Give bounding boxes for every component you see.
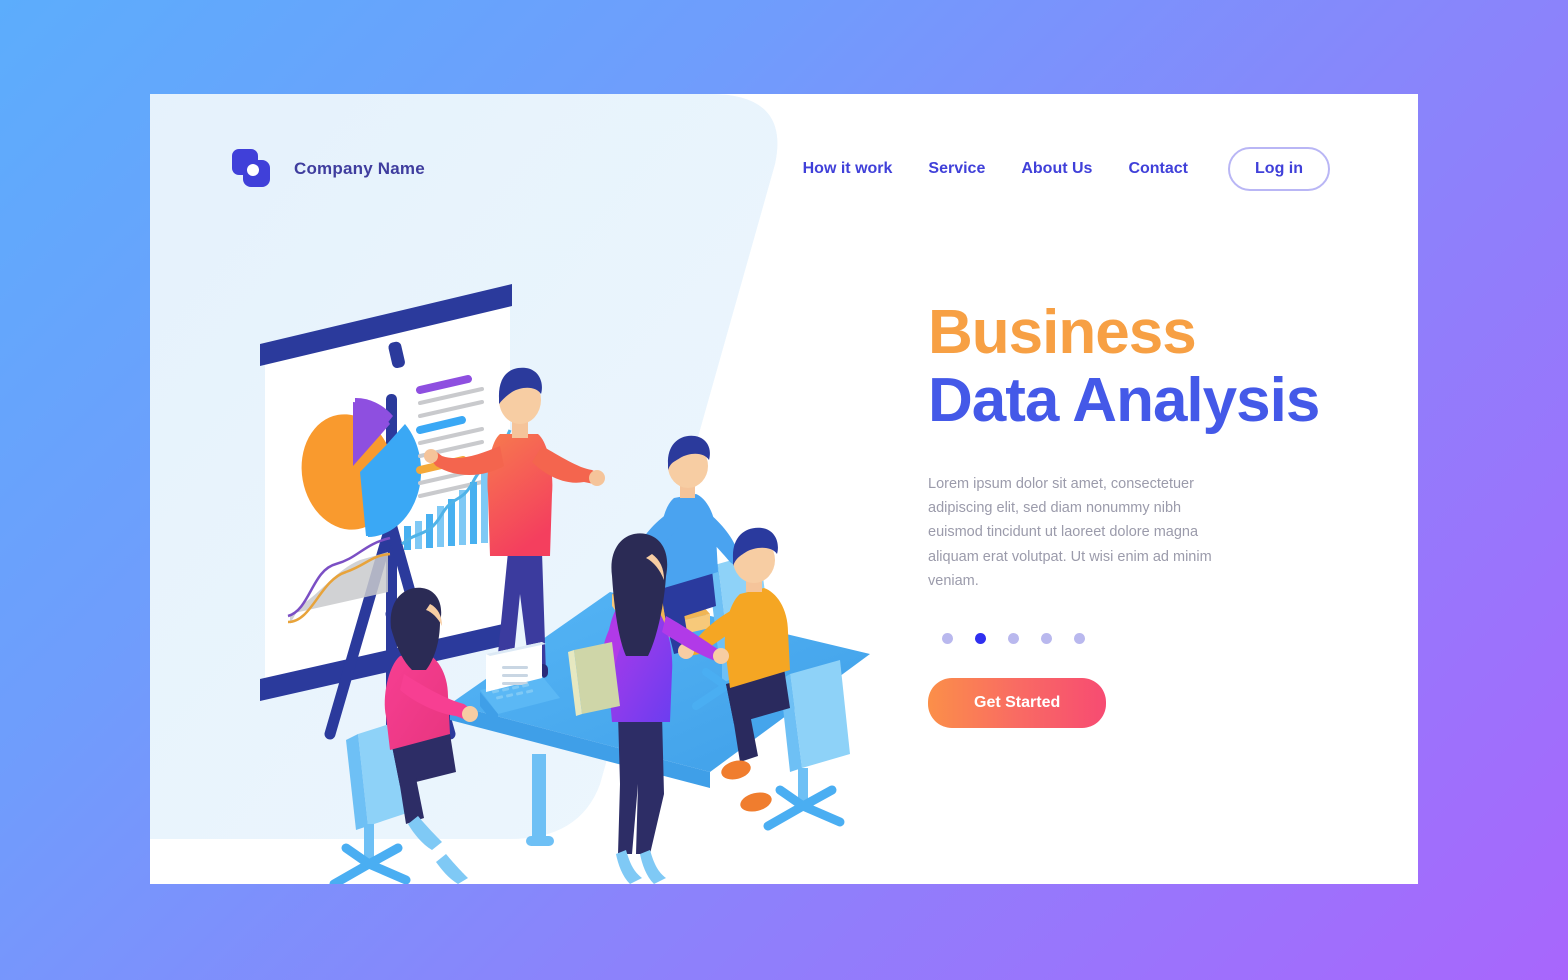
page-title-line2: Data Analysis bbox=[928, 366, 1320, 435]
carousel-dot-1[interactable] bbox=[942, 633, 953, 645]
hero-paragraph: Lorem ipsum dolor sit amet, consectetuer… bbox=[928, 476, 1212, 589]
carousel-dots bbox=[928, 633, 1358, 645]
carousel-dot-2[interactable] bbox=[975, 633, 986, 645]
page-title: Business Data Analysis bbox=[928, 302, 1358, 432]
get-started-button[interactable]: Get Started bbox=[928, 678, 1107, 729]
carousel-dot-3[interactable] bbox=[1008, 633, 1019, 645]
hero-section: Business Data Analysis Lorem ipsum dolor… bbox=[928, 302, 1358, 729]
page-title-line1: Business bbox=[928, 298, 1197, 367]
carousel-dot-5[interactable] bbox=[1074, 633, 1085, 645]
landing-page-card: Company Name How it work Service About U… bbox=[150, 94, 1418, 884]
carousel-dot-4[interactable] bbox=[1041, 633, 1052, 645]
